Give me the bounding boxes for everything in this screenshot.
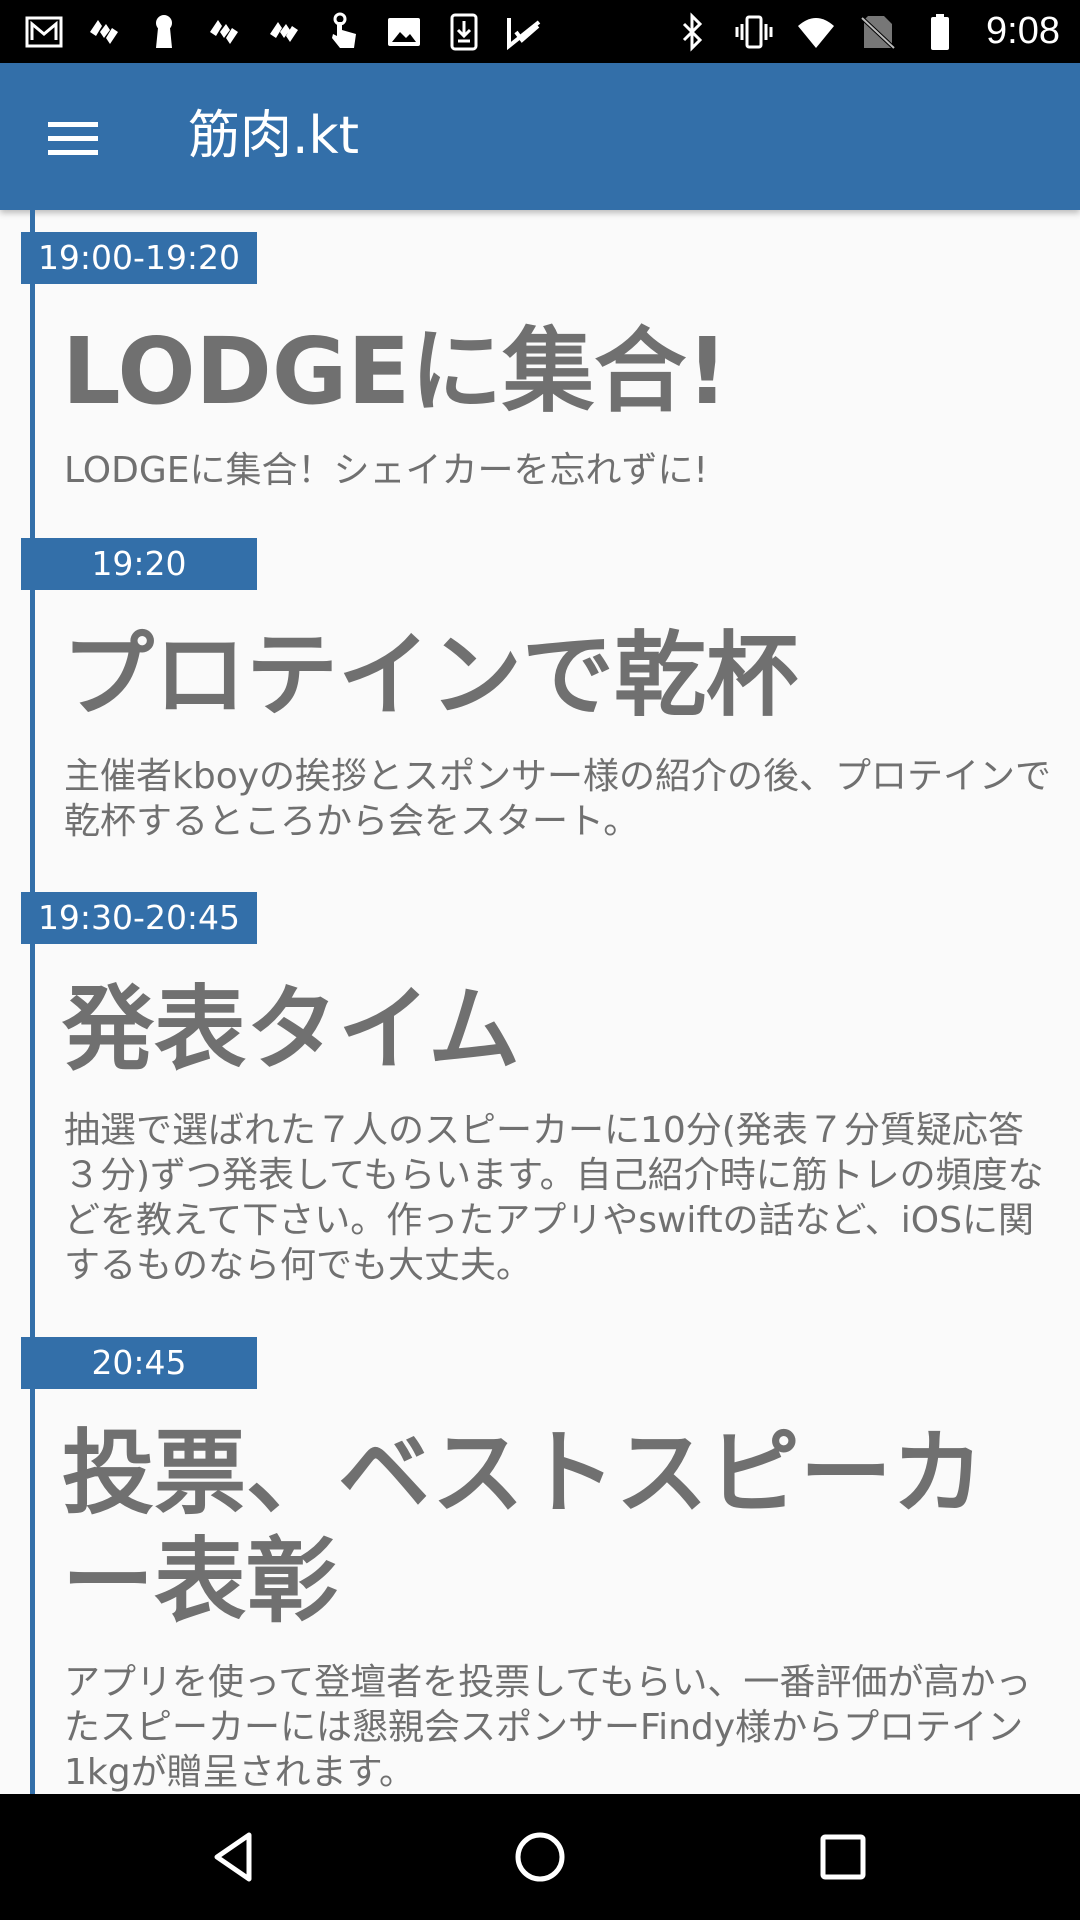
system-icons: 9:08 [672, 0, 1060, 63]
app-bar: 筋肉.kt [0, 63, 1080, 210]
app-notification-icon [84, 12, 124, 52]
app-notification-icon [204, 12, 244, 52]
status-time: 9:08 [986, 10, 1060, 52]
status-bar: 9:08 [0, 0, 1080, 63]
touch-icon [324, 12, 364, 52]
event-description: 主催者kboyの挨拶とスポンサー様の紹介の後、プロテインで乾杯するところから会を… [64, 756, 1052, 842]
wifi-icon [796, 12, 836, 52]
bluetooth-icon [672, 11, 712, 52]
event-title: 投票、ベストスピーカー表彰 [62, 1420, 984, 1635]
time-badge: 19:30-20:45 [21, 892, 257, 944]
time-badge: 19:00-19:20 [21, 232, 257, 284]
home-circle-icon[interactable] [505, 1822, 575, 1892]
event-title: 発表タイム [62, 976, 521, 1083]
schedule-timeline[interactable]: 19:00-19:20 LODGEに集合! LODGEに集合！シェイカーを忘れず… [0, 210, 1080, 1794]
back-triangle-icon[interactable] [200, 1822, 270, 1892]
timeline-line [30, 210, 35, 1794]
app-title: 筋肉.kt [188, 106, 360, 166]
time-badge: 19:20 [21, 538, 257, 590]
event-description: 抽選で選ばれた７人のスピーカーに10分(発表７分質疑応答３分)ずつ発表してもらい… [64, 1110, 1044, 1286]
event-title: LODGEに集合! [62, 318, 729, 425]
navigation-bar [0, 1794, 1080, 1920]
time-badge: 20:45 [21, 1337, 257, 1389]
event-description: LODGEに集合！シェイカーを忘れずに! [64, 450, 708, 491]
event-description: アプリを使って登壇者を投票してもらい、一番評価が高かったスピーカーには懇親会スポ… [64, 1662, 1032, 1793]
app-notification-icon [264, 12, 304, 52]
keyhole-icon [144, 12, 184, 52]
vibrate-icon [734, 12, 774, 52]
download-icon [444, 12, 484, 52]
event-title: プロテインで乾杯 [62, 622, 799, 729]
notification-icons [24, 0, 544, 63]
recents-square-icon[interactable] [808, 1822, 878, 1892]
image-icon [384, 12, 424, 52]
hamburger-menu-icon[interactable] [38, 103, 108, 173]
battery-icon [920, 12, 960, 52]
no-sim-icon [858, 12, 898, 52]
check-app-icon [504, 12, 544, 52]
gmail-icon [24, 12, 64, 52]
